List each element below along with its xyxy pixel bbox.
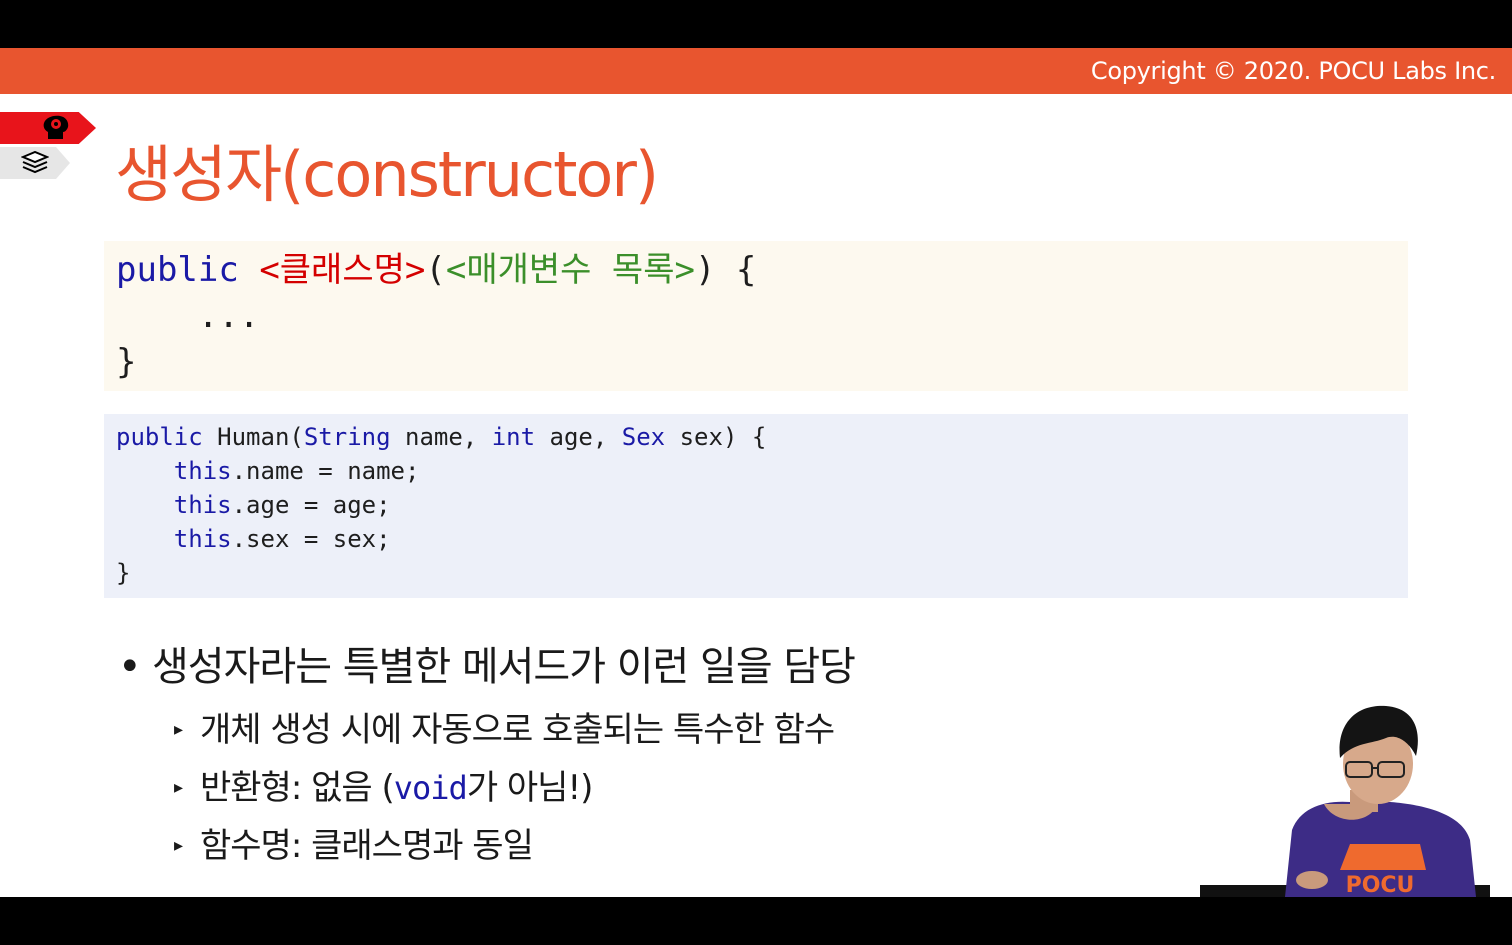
code-keyword: this	[173, 525, 232, 553]
code-block-example: public Human(String name, int age, Sex s…	[104, 414, 1408, 598]
slide-header-bar: Copyright © 2020. POCU Labs Inc.	[0, 48, 1512, 94]
code-type: Sex	[621, 423, 666, 451]
code-block-syntax: public <클래스명>(<매개변수 목록>) { ... }	[104, 241, 1408, 391]
bullet-sub-text: 함수명: 클래스명과 동일	[200, 826, 534, 866]
video-letterbox-top	[0, 0, 1512, 48]
slide: Copyright © 2020. POCU Labs Inc. 생성자(con…	[0, 48, 1512, 897]
code-text: Human(	[202, 423, 304, 451]
inline-code-void: void	[393, 769, 468, 807]
bullet-main-text: 생성자라는 특별한 메서드가 이런 일을 담당	[152, 644, 856, 690]
code-text: sex) {	[665, 423, 767, 451]
code-ellipsis: ...	[116, 296, 260, 336]
code-text: age,	[535, 423, 622, 451]
copyright-text: Copyright © 2020. POCU Labs Inc.	[1090, 57, 1496, 85]
code-type: String	[303, 423, 391, 451]
bullet-sub-3: ▸ 함수명: 클래스명과 동일	[174, 818, 534, 867]
code-keyword: public	[116, 250, 239, 290]
code-keyword: this	[173, 491, 232, 519]
book-stack-icon	[21, 151, 49, 174]
bullet-dot-icon: •	[118, 644, 142, 690]
code-text: .name = name;	[231, 457, 420, 485]
code-close: ) {	[694, 250, 757, 290]
video-letterbox-bottom	[0, 897, 1512, 945]
code-text: .age = age;	[231, 491, 391, 519]
bullet-sub-2: ▸ 반환형: 없음 (void가 아님!)	[174, 760, 594, 809]
code-keyword: this	[173, 457, 232, 485]
triangle-bullet-icon: ▸	[174, 777, 183, 798]
code-paren: (	[425, 250, 446, 290]
triangle-bullet-icon: ▸	[174, 719, 183, 740]
code-type: int	[491, 423, 536, 451]
code-keyword: public	[116, 423, 203, 451]
triangle-bullet-icon: ▸	[174, 835, 183, 856]
code-brace: }	[116, 559, 131, 587]
presenter-webcam-overlay: POCU	[1200, 705, 1490, 897]
bullet-sub-text: 가 아님!)	[466, 768, 594, 808]
svg-text:POCU: POCU	[1346, 873, 1415, 897]
code-brace: }	[116, 342, 137, 382]
code-params: <매개변수 목록>	[445, 250, 695, 290]
brain-icon	[43, 115, 69, 139]
bullet-sub-text: 반환형: 없음 (	[200, 768, 395, 808]
code-text: .sex = sex;	[231, 525, 391, 553]
code-class-name: <클래스명>	[259, 250, 426, 290]
bullet-sub-1: ▸ 개체 생성 시에 자동으로 호출되는 특수한 함수	[174, 702, 835, 751]
slide-title: 생성자(constructor)	[115, 138, 659, 211]
bullet-sub-text: 개체 생성 시에 자동으로 호출되는 특수한 함수	[200, 710, 835, 750]
code-text: name,	[390, 423, 492, 451]
bullet-main: • 생성자라는 특별한 메서드가 이런 일을 담당	[118, 634, 856, 692]
